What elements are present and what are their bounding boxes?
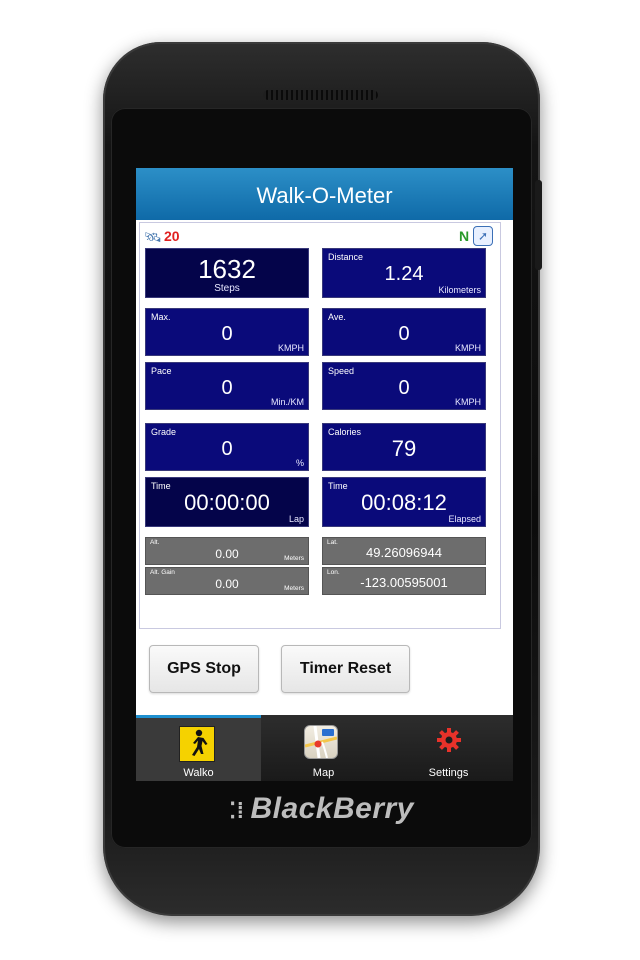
gear-icon — [436, 727, 462, 753]
lat-value: 49.26096944 — [366, 545, 442, 560]
lap-time-unit: Lap — [288, 514, 304, 524]
speed-unit: KMPH — [454, 397, 481, 407]
timer-reset-button[interactable]: Timer Reset — [281, 645, 410, 693]
compass-heading: N — [459, 228, 470, 244]
grade-label: Grade — [151, 427, 177, 437]
brand-name: BlackBerry — [250, 792, 414, 825]
alt-unit: Meters — [284, 555, 304, 562]
altitude-tile: Alt. 0.00 Meters — [145, 537, 309, 565]
pace-label: Pace — [151, 366, 172, 376]
ave-label: Ave. — [328, 312, 346, 322]
ave-unit: KMPH — [454, 343, 481, 353]
lap-time-tile: Time 00:00:00 Lap — [145, 477, 309, 527]
side-button — [535, 180, 542, 270]
speed-label: Speed — [328, 366, 355, 376]
compass-icon[interactable]: ➚ — [473, 226, 493, 246]
app-title: Walk-O-Meter — [136, 168, 513, 220]
tab-walko[interactable]: Walko — [136, 715, 261, 781]
walking-person-icon — [179, 726, 215, 762]
tab-map[interactable]: Map — [261, 715, 386, 781]
satellite-count: 20 — [164, 228, 180, 244]
earpiece-speaker — [263, 90, 378, 100]
elapsed-time-tile: Time 00:08:12 Elapsed — [322, 477, 486, 527]
pace-tile: Pace 0 Min./KM — [145, 362, 309, 410]
steps-value: 1632 — [198, 254, 256, 284]
alt-label: Alt. — [150, 539, 160, 546]
distance-value: 1.24 — [384, 263, 424, 285]
grade-unit: % — [295, 458, 304, 468]
tab-walko-label: Walko — [183, 767, 214, 779]
gps-stop-button[interactable]: GPS Stop — [149, 645, 259, 693]
max-speed-tile: Max. 0 KMPH — [145, 308, 309, 356]
blackberry-logo-icon: ⁚⁞ — [229, 798, 245, 823]
distance-tile: Distance 1.24 Kilometers — [322, 248, 486, 298]
distance-unit: Kilometers — [438, 285, 481, 295]
average-speed-tile: Ave. 0 KMPH — [322, 308, 486, 356]
longitude-tile: Lon. -123.00595001 — [322, 567, 486, 595]
grade-value: 0 — [221, 438, 233, 460]
elapsed-time-unit: Elapsed — [448, 514, 481, 524]
satellite-icon: 🛰 — [144, 229, 162, 245]
altitude-gain-tile: Alt. Gain 0.00 Meters — [145, 567, 309, 595]
tab-map-label: Map — [312, 767, 335, 779]
steps-tile: 1632 Steps — [145, 248, 309, 298]
lon-value: -123.00595001 — [360, 575, 448, 590]
map-icon — [304, 725, 338, 759]
pace-unit: Min./KM — [270, 397, 304, 407]
grade-tile: Grade 0 % — [145, 423, 309, 471]
tab-settings[interactable]: Settings — [386, 715, 511, 781]
alt-gain-label: Alt. Gain — [150, 569, 175, 576]
distance-label: Distance — [328, 252, 364, 262]
steps-unit: Steps — [214, 283, 240, 294]
elapsed-time-value: 00:08:12 — [361, 490, 447, 515]
speed-tile: Speed 0 KMPH — [322, 362, 486, 410]
bottom-tab-bar: Walko Map Settings — [136, 715, 513, 781]
calories-value: 79 — [391, 436, 417, 461]
app-screen: Walk-O-Meter 🛰 20 N ➚ 1632 Steps Distanc… — [136, 168, 513, 781]
latitude-tile: Lat. 49.26096944 — [322, 537, 486, 565]
lap-time-value: 00:00:00 — [184, 490, 270, 515]
alt-gain-unit: Meters — [284, 585, 304, 592]
tab-settings-label: Settings — [428, 767, 469, 779]
calories-tile: Calories 79 — [322, 423, 486, 471]
brand-logo: ⁚⁞ BlackBerry — [103, 792, 540, 826]
max-unit: KMPH — [277, 343, 304, 353]
max-label: Max. — [151, 312, 171, 322]
